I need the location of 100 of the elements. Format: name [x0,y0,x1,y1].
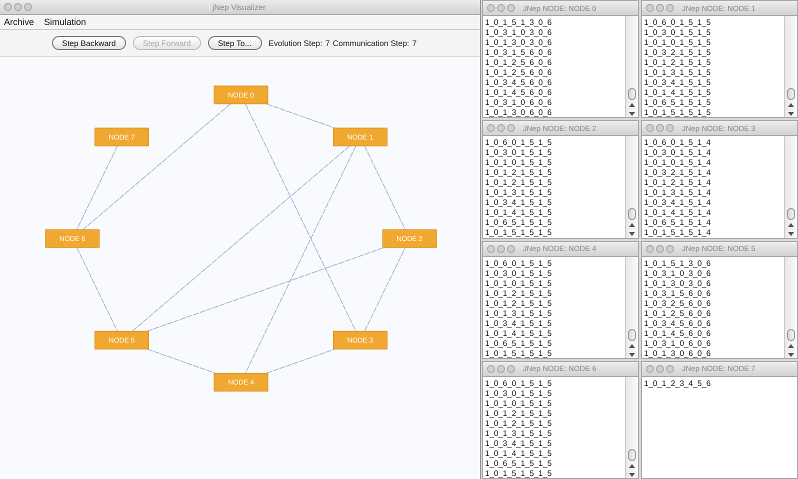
string-line: 1_0_1_4_1_5_1_5 [485,328,553,338]
string-line: 1_0_6_0_1_5_1_5 [644,18,712,28]
string-line: 1_0_1_4_1_5_1_4 [644,208,712,218]
string-line: 1_0_1_3_1_5_1_5 [485,428,553,439]
scroll-up-icon[interactable] [628,342,636,350]
string-line: 1_0_1_4_5_6_0_6 [485,88,553,98]
string-line: 1_0_1_5_1_5_1_4 [644,228,712,238]
scroll-down-icon[interactable] [628,230,636,238]
menu-item[interactable]: Archive [4,17,34,27]
string-line: 1_0_1_2_1_5_1_5 [485,288,553,298]
string-line: 1_0_1_2_1_5_1_5 [485,408,553,419]
scroll-down-icon[interactable] [628,110,636,118]
string-line: 1_0_1_5_1_5_1_5 [485,468,553,478]
scrollbar[interactable] [625,256,638,358]
scroll-up-icon[interactable] [628,221,636,230]
string-line: 1_0_3_1_0_6_0_6 [644,338,712,348]
menu-item[interactable]: Simulation [44,17,86,27]
string-line: 1_0_1_4_5_6_0_6 [644,328,712,338]
scroll-up-icon[interactable] [787,101,795,109]
string-line: 1_0_1_3_0_6_0_6 [485,108,553,118]
string-line: 1_0_1_5_1_5_1_5 [485,228,553,238]
string-line: 1_0_1_5_1_3_0_6 [485,18,553,28]
string-line: 1_0_3_2_1_5_1_5 [644,48,712,58]
string-line: 1_0_1_2_1_5_1_5 [485,418,553,429]
string-line: 1_0_3_1_5_6_0_6 [644,288,712,298]
string-line: 1_0_1_0_1_5_1_5 [485,278,553,288]
string-line: 1_0_1_0_1_5_1_5 [485,158,553,168]
string-line: 1_0_6_5_1_5_1_4 [644,218,712,228]
string-line: 1_0_1_5_1_3_0_6 [644,258,712,268]
string-line: 1_0_3_4_1_5_1_5 [485,318,553,328]
string-line: 1_0_3_4_1_5_1_5 [485,438,553,449]
string-line: 1_0_6_0_1_5_1_5 [485,138,553,148]
string-line: 1_0_3_2_5_6_0_6 [644,298,712,308]
string-line: 1_0_1_3_0_3_0_6 [644,278,712,288]
string-line: 1_0_1_3_0_6_0_6 [644,348,712,358]
status-value: 7 [325,38,330,48]
scroll-down-icon[interactable] [628,470,636,478]
string-line: 1_0_3_1_5_6_0_6 [485,48,553,58]
string-line: 1_0_1_2_1_5_1_4 [644,178,712,188]
scroll-up-icon[interactable] [787,342,795,350]
scrollbar[interactable] [625,16,638,118]
string-line: 1_0_1_5_1_5_1_5 [485,348,553,358]
status-label: Evolution Step: [268,38,322,48]
string-line: 1_0_1_2_3_4_5_6 [644,378,712,389]
string-line: 1_0_1_3_1_5_1_5 [485,188,553,198]
scroll-down-icon[interactable] [628,350,636,358]
scroll-up-icon[interactable] [628,101,636,109]
scroll-thumb[interactable] [628,88,636,100]
string-line: 1_0_3_0_1_5_1_5 [485,148,553,158]
string-line: 1_0_1_2_5_6_0_6 [485,58,553,68]
scroll-down-icon[interactable] [787,110,795,118]
string-line: 1_0_3_1_0_3_0_6 [485,28,553,38]
string-line: 1_0_1_2_5_6_0_6 [485,68,553,78]
string-line: 1_0_1_4_1_5_1_5 [644,88,712,98]
string-line: 1_0_6_5_1_5_1_5 [485,338,553,348]
string-line: 1_0_1_2_1_5_1_5 [485,168,553,178]
string-line: 1_0_6_0_1_5_1_5 [485,258,553,268]
string-line: 1_0_6_0_1_5_1_5 [485,378,553,389]
scroll-down-icon[interactable] [787,350,795,358]
scrollbar[interactable] [625,136,638,238]
string-line: 1_0_3_0_1_5_1_4 [644,148,712,158]
step-button[interactable]: Step Backward [52,36,126,50]
scrollbar[interactable] [784,256,797,358]
step-button[interactable]: Step To... [208,36,262,50]
scroll-thumb[interactable] [628,448,636,461]
string-line: 1_0_1_4_1_5_1_5 [485,448,553,459]
string-line: 1_0_3_2_1_5_1_4 [644,168,712,178]
string-line: 1_0_6_5_1_5_1_5 [485,218,553,228]
scroll-thumb[interactable] [628,328,636,340]
scroll-down-icon[interactable] [787,230,795,238]
scroll-up-icon[interactable] [628,462,636,470]
window-title: jNep Visualizer [211,2,267,12]
string-line: 1_0_6_5_1_5_1_5 [644,98,712,108]
string-line: 1_0_1_0_1_5_1_5 [644,38,712,48]
string-line: 1_0_1_3_1_5_1_5 [485,308,553,318]
scroll-thumb[interactable] [787,88,795,100]
string-line: 1_0_3_0_1_5_1_5 [485,268,553,278]
string-line: 1_0_6_0_1_5_1_4 [644,138,712,148]
edge-line [146,348,216,374]
string-line: 1_0_1_2_1_5_1_5 [485,298,553,308]
string-line: 1_0_3_0_1_5_1_5 [644,28,712,38]
string-line: 1_0_3_1_0_3_0_6 [644,268,712,278]
status-label: Communication Step: [332,38,410,48]
string-line: 1_0_1_0_1_5_1_4 [644,158,712,168]
status-value: 7 [412,38,417,48]
string-line: 1_0_1_3_1_5_1_4 [644,188,712,198]
string-line: 1_0_1_2_1_5_1_5 [485,178,553,188]
scroll-thumb[interactable] [787,328,795,340]
string-line: 1_0_1_3_1_5_1_5 [644,68,712,78]
scrollbar[interactable] [784,16,797,118]
string-line: 1_0_6_5_1_5_1_5 [485,458,553,469]
string-line: 1_0_1_0_1_5_1_5 [485,398,553,409]
string-line: 1_0_3_4_1_5_1_4 [644,198,712,208]
string-line: 1_0_1_5_1_5_1_5 [644,108,712,118]
scrollbar[interactable] [784,136,797,238]
scroll-up-icon[interactable] [787,221,795,230]
scroll-thumb[interactable] [628,208,636,220]
string-line: 1_0_1_4_1_5_1_5 [485,208,553,218]
scrollbar[interactable] [625,376,638,478]
scroll-thumb[interactable] [787,208,795,220]
